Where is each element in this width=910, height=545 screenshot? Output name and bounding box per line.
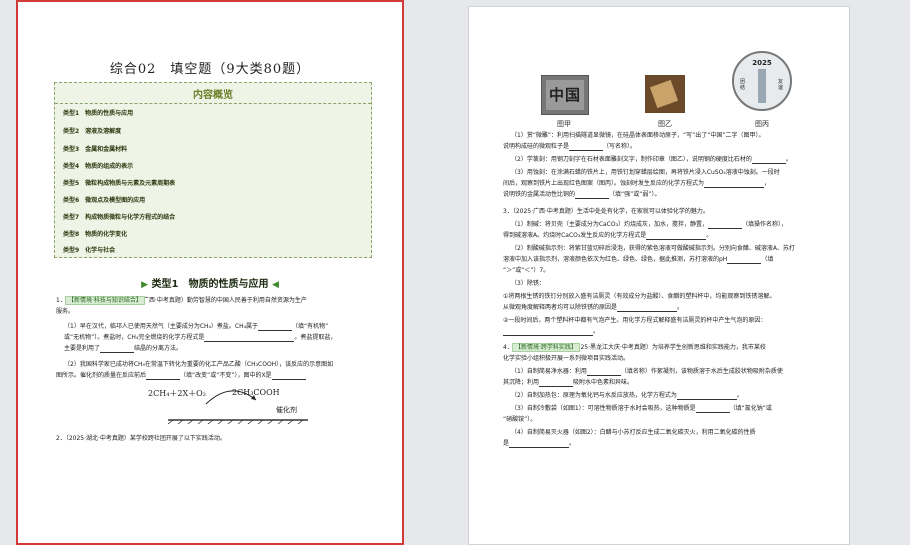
text-line: （1）赏“微雕”：利用扫描隧道显微镜，在硅晶体表面移动原子，“写”出了“中国”二… [511, 132, 765, 139]
text-line: （4）自制简易灭火器（如图2）：白醋与小苏打反应生成二氧化碳灭火，利用二氧化碳的… [511, 429, 756, 436]
question-1-tag: 【新情境·科技与知识结合】 [65, 296, 145, 305]
answer-blank[interactable] [503, 329, 593, 336]
answer-blank[interactable] [100, 346, 135, 353]
reaction-product: 2CH₃COOH [232, 388, 280, 397]
question-1-part1b: 或“无机物”）。煮盐时，CH₄完全燃烧的化学方程式是 。煮盐提取盐， [64, 334, 337, 342]
answer-blank[interactable] [271, 373, 306, 380]
reaction-equation: 2CH₄＋2X＋O₂ [148, 389, 206, 398]
answer-blank[interactable] [146, 373, 181, 380]
text-line: 说明铁的金属活动性比铜的 （填“强”或“弱”）。 [503, 191, 661, 199]
figure-bing-coin: 2025 团结 友谊 [732, 51, 792, 111]
figure-caption: 图甲 [557, 120, 571, 128]
coin-left-text: 团结 [740, 79, 746, 91]
text-line: ①将两根生锈的铁钉分别放入盛有洁厕灵（有效成分为盐酸）、食醋的塑料杯中，均能观察… [503, 293, 776, 300]
triangle-left-icon: ◀ [271, 280, 279, 290]
text-line: （3）除锈： [511, 280, 545, 287]
answer-blank[interactable] [539, 380, 574, 387]
question-3: 3．（2025·广西·中考真题）生活中处处有化学，在家就可以体验化学的魅力。 [503, 208, 709, 215]
answer-blank[interactable] [509, 441, 570, 448]
catalyst-label: 催化剂 [276, 406, 297, 414]
text-line: 从微观角度解释两者均可以除铁锈的原因是。 [503, 304, 684, 312]
text-line: 溶液中加入该指示剂，溶液颜色依次为红色、绿色、绿色，据此推测，苏打溶液的pH （填 [503, 256, 774, 264]
document-page-right[interactable]: 中国 图甲 图乙 2025 团结 友谊 图丙 （1）赏“微雕”：利用扫描隧道显微… [468, 6, 850, 545]
answer-blank[interactable] [646, 233, 707, 240]
answer-blank[interactable] [751, 157, 786, 164]
answer-blank[interactable] [575, 192, 610, 199]
triangle-right-icon: ▶ [141, 280, 149, 290]
answer-blank[interactable] [258, 324, 293, 331]
answer-blank[interactable] [727, 257, 762, 264]
coin-year: 2025 [752, 59, 772, 67]
answer-blank[interactable] [695, 406, 730, 413]
section-title: 类型1 物质的性质与应用 [151, 279, 269, 290]
seal-block-icon [649, 79, 679, 109]
question-1-part1: （1）早在汉代，临邛人已使用天然气（主要成分为CH₄）煮盐。CH₄属于 （填“有机… [64, 323, 329, 331]
question-1-part2b: 图所示。催化剂的质量在反应前后 （填“改变”或“不变”），图中的X是 [56, 371, 306, 380]
figure-caption: 图乙 [658, 120, 672, 128]
overview-item[interactable]: 类型9 化学与社会 [63, 245, 115, 254]
text-line: （1）自制简易净水器：利用 （填名称）作絮凝剂，该物质溶于水后生成胶状物吸附杂质使 [511, 368, 783, 376]
question-1-part1c: 主要是利用了 结晶的分离方法。 [64, 345, 183, 353]
answer-blank[interactable] [204, 335, 295, 342]
tower-icon [758, 69, 766, 103]
question-1-line2: 服务。 [56, 308, 75, 315]
answer-blank[interactable] [617, 305, 678, 312]
text-line: 。 [503, 327, 599, 336]
overview-item[interactable]: 类型7 构成物质微粒与化学方程式的结合 [63, 212, 175, 221]
text-line: 说明构成硅的微观粒子是 （写名称）。 [503, 143, 637, 151]
document-title: 综合02 填空题（9大类80题） [109, 62, 311, 77]
content-overview-box: 内容概览 类型1 物质的性质与应用 类型2 溶液及溶解度 类型3 金属和金属材料… [54, 82, 372, 258]
text-line: （2）学篆刻：用钢刀刻字在石材表面雕刻文字，制作印章（图乙），说明钢的硬度比石材… [511, 156, 792, 164]
overview-item[interactable]: 类型5 微粒构成物质与元素及元素周期表 [63, 178, 175, 187]
answer-blank[interactable] [704, 181, 765, 188]
text-line: （2）制酸碱指示剂：将紫甘蓝切碎后浸泡，获得的紫色溶液可做酸碱指示剂。分别向食醋… [511, 245, 795, 252]
overview-item[interactable]: 类型2 溶液及溶解度 [63, 126, 121, 135]
answer-blank[interactable] [569, 144, 604, 151]
text-line: 是。 [503, 440, 576, 448]
text-line: （1）制碱：将贝壳（主要成分为CaCO₃）灼烧成灰，加水，搅拌，静置， （填操作名… [511, 221, 788, 229]
figure-yi-image [645, 75, 685, 113]
overview-item[interactable]: 类型3 金属和金属材料 [63, 144, 127, 153]
text-line: 间后，观察到铁片上出现红色图案（图丙）。蚀刻时发生反应的化学方程式为， [503, 180, 771, 188]
answer-blank[interactable] [708, 222, 743, 229]
question-2: 2．（2025·湖北·中考真题）某学校跨社团开展了以下实践活动。 [56, 435, 226, 442]
question-1-part2: （2）我国科学家已成功将CH₄在常温下转化为重要的化工产品乙酸（CH₃COOH）… [64, 361, 334, 368]
answer-blank[interactable] [586, 369, 621, 376]
text-line: ②一段时间后，两个塑料杯中都有气泡产生。用化学方程式解释盛有洁厕灵的杯中产生气泡… [503, 317, 767, 324]
figure-jia-image: 中国 [541, 75, 589, 115]
coin-right-text: 友谊 [778, 79, 784, 91]
text-line: “＞”或“＜”）7。 [503, 267, 550, 274]
overview-item[interactable]: 类型4 物质的组成的表示 [63, 161, 133, 170]
document-page-left[interactable]: 综合02 填空题（9大类80题） 内容概览 类型1 物质的性质与应用 类型2 溶… [16, 0, 404, 545]
text-line: “硝酸铵”）。 [503, 416, 537, 423]
overview-item[interactable]: 类型1 物质的性质与应用 [63, 108, 133, 117]
text-line: 得到碱溶液A。灼烧时CaCO₃发生反应的化学方程式是。 [503, 232, 713, 240]
overview-item[interactable]: 类型6 微观点及模型图的应用 [63, 195, 145, 204]
text-line: 化学实验小组积极开展一系列微项目实践活动。 [503, 355, 630, 362]
overview-item[interactable]: 类型8 物质的化学变化 [63, 229, 127, 238]
section-heading: ▶ 类型1 物质的性质与应用 ◀ [18, 275, 402, 290]
answer-blank[interactable] [676, 393, 737, 400]
stamp-text: 中国 [546, 80, 584, 110]
text-line: （3）自制冷敷袋（如图1）：可溶性物质溶于水时会吸热，这种物质是 （填“氯化钠”或 [511, 405, 772, 413]
text-line: （3）用蚀刻：在涂满石蜡的铁片上，用铁钉划穿蜡层绘图，再将铁片浸入CuSO₄溶液… [511, 169, 780, 176]
text-line: 其沉降；利用 吸附水中色素和异味。 [503, 379, 634, 387]
figure-caption: 图丙 [755, 120, 769, 128]
text-line: （2）自制加热包：原理为氧化钙与水反应放热，化学方程式为。 [511, 392, 743, 400]
question-4-tag: 【新情境·跨学科实践】 [512, 343, 580, 352]
overview-title: 内容概览 [55, 86, 371, 104]
